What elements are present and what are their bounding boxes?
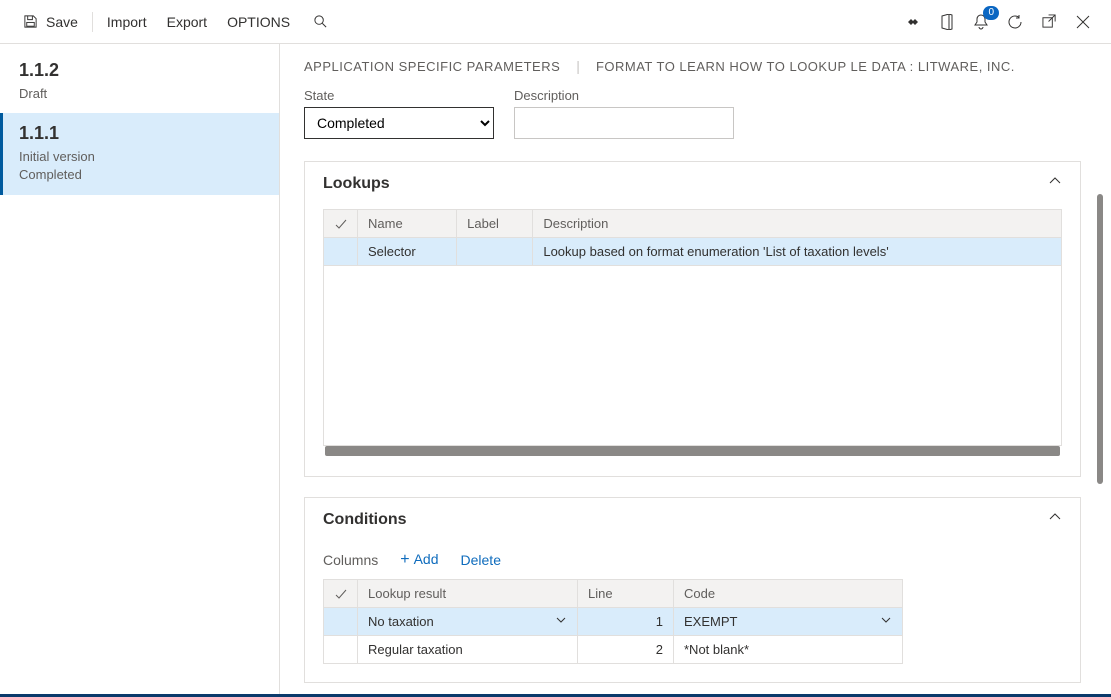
page-subtitle: FORMAT TO LEARN HOW TO LOOKUP LE DATA : …: [596, 59, 1015, 74]
col-description[interactable]: Description: [533, 210, 1062, 238]
page-title: APPLICATION SPECIFIC PARAMETERS: [304, 59, 560, 74]
toolbar-separator: [92, 12, 93, 32]
body: 1.1.2 Draft 1.1.1 Initial version Comple…: [0, 44, 1111, 694]
cell-label: [457, 238, 533, 266]
lookups-title: Lookups: [323, 175, 390, 193]
connection-icon[interactable]: [903, 12, 923, 32]
toolbar-left: Save Import Export OPTIONS: [10, 6, 340, 38]
vertical-scrollbar[interactable]: [1097, 194, 1103, 484]
conditions-actions: Columns + Add Delete: [305, 541, 1062, 579]
cell-description: Lookup based on format enumeration 'List…: [533, 238, 1062, 266]
breadcrumb-separator: |: [576, 58, 580, 74]
toolbar-right: 0: [903, 12, 1101, 32]
conditions-body: Columns + Add Delete Lookup result: [305, 541, 1080, 682]
search-button[interactable]: [300, 6, 340, 38]
toolbar: Save Import Export OPTIONS 0: [0, 0, 1111, 44]
chevron-down-icon: [880, 614, 892, 629]
refresh-icon[interactable]: [1005, 12, 1025, 32]
plus-icon: +: [400, 551, 409, 568]
close-icon[interactable]: [1073, 12, 1093, 32]
col-label[interactable]: Label: [457, 210, 533, 238]
add-label: Add: [414, 551, 439, 567]
sidebar: 1.1.2 Draft 1.1.1 Initial version Comple…: [0, 44, 280, 694]
import-button[interactable]: Import: [97, 8, 157, 36]
cell-line: 1: [578, 608, 674, 636]
select-all[interactable]: [324, 580, 358, 608]
lookups-header[interactable]: Lookups: [305, 162, 1080, 205]
grid-padding: [324, 266, 1062, 446]
office-icon[interactable]: [937, 12, 957, 32]
select-all[interactable]: [324, 210, 358, 238]
add-button[interactable]: + Add: [400, 551, 438, 569]
import-label: Import: [107, 14, 147, 30]
row-select[interactable]: [324, 636, 358, 664]
chevron-up-icon: [1048, 510, 1062, 529]
conditions-panel: Conditions Columns + Add Delete: [304, 497, 1081, 683]
horizontal-scrollbar[interactable]: [325, 446, 1060, 456]
header-fields: State Completed Description: [304, 88, 1081, 139]
save-label: Save: [46, 14, 78, 30]
conditions-header[interactable]: Conditions: [305, 498, 1080, 541]
options-label: OPTIONS: [227, 14, 290, 30]
export-label: Export: [167, 14, 207, 30]
state-select[interactable]: Completed: [304, 107, 494, 139]
popout-icon[interactable]: [1039, 12, 1059, 32]
version-status: Draft: [19, 85, 263, 103]
state-label: State: [304, 88, 494, 103]
table-row[interactable]: Regular taxation 2 *Not blank*: [324, 636, 903, 664]
version-number: 1.1.1: [19, 123, 263, 144]
code-value: EXEMPT: [684, 614, 737, 629]
main: APPLICATION SPECIFIC PARAMETERS | FORMAT…: [280, 44, 1111, 694]
description-field: Description: [514, 88, 734, 139]
lookups-panel: Lookups Name Label: [304, 161, 1081, 477]
notifications-badge: 0: [983, 6, 999, 20]
export-button[interactable]: Export: [157, 8, 217, 36]
version-item[interactable]: 1.1.1 Initial version Completed: [0, 113, 279, 194]
lookups-body: Name Label Description Selector Lookup b…: [305, 205, 1080, 476]
notifications-icon[interactable]: 0: [971, 12, 991, 32]
chevron-down-icon: [555, 614, 567, 629]
description-input[interactable]: [514, 107, 734, 139]
cell-line: 2: [578, 636, 674, 664]
table-row[interactable]: Selector Lookup based on format enumerat…: [324, 238, 1062, 266]
col-line[interactable]: Line: [578, 580, 674, 608]
version-number: 1.1.2: [19, 60, 263, 81]
search-icon: [310, 12, 330, 32]
delete-button[interactable]: Delete: [461, 552, 501, 568]
col-lookup-result[interactable]: Lookup result: [358, 580, 578, 608]
lookups-grid: Name Label Description Selector Lookup b…: [323, 209, 1062, 446]
version-status: Completed: [19, 166, 263, 184]
state-field: State Completed: [304, 88, 494, 139]
chevron-up-icon: [1048, 174, 1062, 193]
row-select[interactable]: [324, 608, 358, 636]
breadcrumb: APPLICATION SPECIFIC PARAMETERS | FORMAT…: [304, 58, 1081, 74]
row-select[interactable]: [324, 238, 358, 266]
cell-code[interactable]: EXEMPT: [674, 608, 903, 636]
cell-name: Selector: [358, 238, 457, 266]
table-row[interactable]: No taxation 1 EXEMPT: [324, 608, 903, 636]
version-description: Initial version: [19, 148, 263, 166]
save-icon: [20, 12, 40, 32]
description-label: Description: [514, 88, 734, 103]
lookup-result-value: No taxation: [368, 614, 434, 629]
col-code[interactable]: Code: [674, 580, 903, 608]
columns-button[interactable]: Columns: [323, 552, 378, 568]
version-item[interactable]: 1.1.2 Draft: [0, 50, 279, 113]
cell-lookup-result[interactable]: Regular taxation: [358, 636, 578, 664]
col-name[interactable]: Name: [358, 210, 457, 238]
cell-lookup-result[interactable]: No taxation: [358, 608, 578, 636]
cell-code[interactable]: *Not blank*: [674, 636, 903, 664]
conditions-title: Conditions: [323, 511, 407, 529]
options-button[interactable]: OPTIONS: [217, 8, 300, 36]
conditions-grid: Lookup result Line Code No taxation: [323, 579, 903, 664]
save-button[interactable]: Save: [10, 6, 88, 38]
